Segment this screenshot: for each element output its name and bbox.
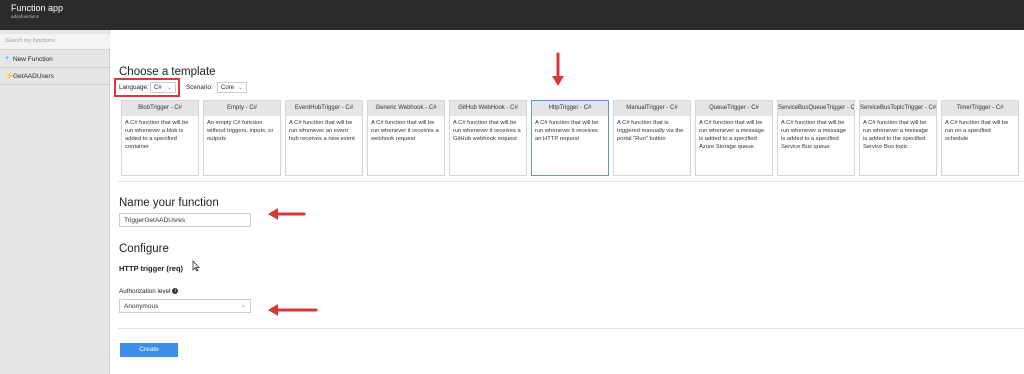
- template-card-title: GitHub WebHook - C#: [450, 101, 526, 116]
- template-card[interactable]: Generic Webhook - C# A C# function that …: [367, 100, 445, 176]
- template-card[interactable]: QueueTrigger - C# A C# function that wil…: [695, 100, 773, 176]
- template-card[interactable]: ServiceBusQueueTrigger - C# A C# functio…: [777, 100, 855, 176]
- sidebar-item-new-function[interactable]: + New Function: [0, 51, 110, 68]
- divider: [118, 328, 1024, 329]
- template-card[interactable]: TimerTrigger - C# A C# function that wil…: [941, 100, 1019, 176]
- template-card-title: BlobTrigger - C#: [122, 101, 198, 116]
- app-title: Function app: [11, 3, 64, 13]
- auth-level-select[interactable]: Anonymous ⌄: [119, 299, 251, 313]
- sidebar-item-label: GetAADUsers: [13, 73, 54, 80]
- scenario-value: Core: [221, 85, 235, 91]
- choose-template-heading: Choose a template: [119, 66, 216, 78]
- template-card-title: EventHubTrigger - C#: [286, 101, 362, 116]
- template-card-desc: A C# function that will be run whenever …: [125, 120, 189, 150]
- template-card[interactable]: BlobTrigger - C# A C# function that will…: [121, 100, 199, 176]
- template-card[interactable]: GitHub WebHook - C# A C# function that w…: [449, 100, 527, 176]
- function-name-value: TriggerGetAADUsres: [124, 217, 186, 224]
- http-trigger-label: HTTP trigger (req): [119, 264, 184, 273]
- template-card[interactable]: ManualTrigger - C# A C# function that is…: [613, 100, 691, 176]
- search-input[interactable]: Search my functions: [0, 34, 110, 50]
- template-card-title: ServiceBusQueueTrigger - C#: [778, 101, 854, 116]
- mouse-cursor-icon: [192, 260, 200, 272]
- template-card-desc: A C# function that will be run whenever …: [863, 120, 929, 150]
- sidebar: Search my functions + New Function ⚡ Get…: [0, 30, 110, 374]
- divider: [118, 181, 1024, 182]
- template-card[interactable]: ServiceBusTopicTrigger - C# A C# functio…: [859, 100, 937, 176]
- template-card-title: Empty - C#: [204, 101, 280, 116]
- template-card-desc: A C# function that is triggered manually…: [617, 120, 684, 142]
- chevron-down-icon: ⌄: [237, 85, 243, 91]
- auth-level-value: Anonymous: [124, 303, 159, 310]
- template-card-desc: A C# function that will be run whenever …: [371, 120, 439, 142]
- create-button[interactable]: Create: [120, 343, 178, 357]
- template-card-title: ManualTrigger - C#: [614, 101, 690, 116]
- chevron-down-icon: ⌄: [240, 303, 246, 309]
- template-card-desc: A C# function that will be run whenever …: [699, 120, 765, 150]
- configure-heading: Configure: [119, 243, 169, 255]
- template-card-desc: A C# function that will be run whenever …: [289, 120, 355, 142]
- template-card-desc: A C# function that will be run whenever …: [781, 120, 847, 150]
- template-card-title: ServiceBusTopicTrigger - C#: [860, 101, 936, 116]
- info-icon: i: [172, 288, 179, 295]
- template-card-title: Generic Webhook - C#: [368, 101, 444, 116]
- annotation-arrow-left: [268, 304, 318, 316]
- main-panel: Choose a template Language: C# ⌄ Scenari…: [110, 30, 1024, 374]
- sidebar-item-label: New Function: [13, 56, 53, 63]
- template-card-title: TimerTrigger - C#: [942, 101, 1018, 116]
- sidebar-item-getaadusers[interactable]: ⚡ GetAADUsers: [0, 68, 110, 85]
- auth-level-label: Authorization level i: [119, 288, 179, 295]
- template-card-title: HttpTrigger - C#: [532, 101, 608, 116]
- top-bar: Function app adonfunctions: [0, 0, 1024, 30]
- template-card-selected[interactable]: HttpTrigger - C# A C# function that will…: [531, 100, 609, 176]
- plus-icon: +: [5, 55, 10, 62]
- template-card-title: QueueTrigger - C#: [696, 101, 772, 116]
- template-card-desc: An empty C# function without triggers, i…: [207, 120, 274, 142]
- search-placeholder: Search my functions: [5, 38, 55, 44]
- template-card[interactable]: Empty - C# An empty C# function without …: [203, 100, 281, 176]
- annotation-box: [114, 78, 180, 97]
- auth-level-label-text: Authorization level: [119, 288, 171, 295]
- scenario-label: Scenario:: [186, 84, 213, 91]
- template-card-desc: A C# function that will be run on a spec…: [945, 120, 1009, 142]
- annotation-arrow-left: [268, 208, 306, 220]
- scenario-select[interactable]: Core ⌄: [217, 82, 247, 93]
- template-card-desc: A C# function that will be run whenever …: [535, 120, 599, 142]
- function-name-input[interactable]: TriggerGetAADUsres: [119, 213, 251, 227]
- name-function-heading: Name your function: [119, 197, 219, 209]
- template-card[interactable]: EventHubTrigger - C# A C# function that …: [285, 100, 363, 176]
- annotation-arrow-down: [552, 52, 564, 86]
- template-card-desc: A C# function that will be run whenever …: [453, 120, 521, 142]
- app-subtitle: adonfunctions: [11, 14, 40, 19]
